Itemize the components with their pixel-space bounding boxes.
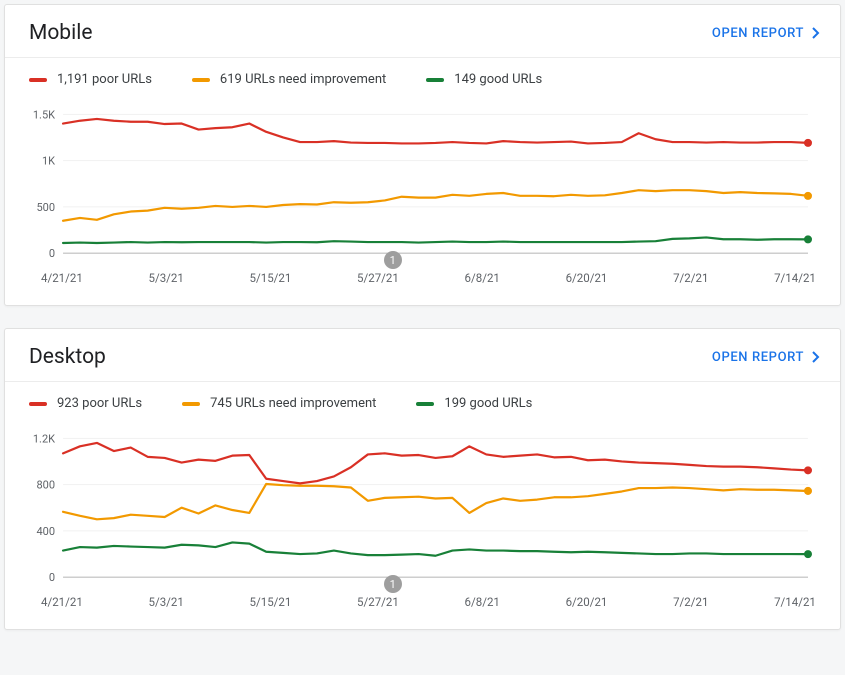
legend-swatch bbox=[182, 402, 200, 406]
legend-item: 149 good URLs bbox=[426, 72, 542, 87]
chart-svg: 0 400 800 1.2K bbox=[27, 423, 818, 583]
legend: 1,191 poor URLs 619 URLs need improvemen… bbox=[5, 58, 840, 89]
card-desktop: Desktop OPEN REPORT 923 poor URLs 745 UR… bbox=[4, 328, 841, 630]
series-line-poor bbox=[63, 443, 808, 483]
x-tick-label: 6/20/21 bbox=[566, 595, 608, 609]
x-tick-label: 5/27/21 bbox=[357, 595, 399, 609]
card-title: Desktop bbox=[29, 345, 106, 369]
y-tick-label: 500 bbox=[36, 201, 55, 214]
legend-item: 1,191 poor URLs bbox=[29, 72, 152, 87]
x-axis-ticks: 4/21/21 5/3/21 5/15/21 5/27/21 6/8/21 6/20/21… bbox=[5, 263, 840, 305]
legend-swatch bbox=[426, 78, 444, 82]
legend: 923 poor URLs 745 URLs need improvement … bbox=[5, 382, 840, 413]
legend-item: 199 good URLs bbox=[416, 396, 532, 411]
series-end-dot-good bbox=[804, 550, 812, 558]
x-tick-label: 7/14/21 bbox=[774, 271, 816, 285]
legend-item: 745 URLs need improvement bbox=[182, 396, 376, 411]
series-end-dot-need_improvement bbox=[804, 487, 812, 495]
legend-item: 619 URLs need improvement bbox=[192, 72, 386, 87]
x-tick-label: 5/15/21 bbox=[250, 271, 292, 285]
series-end-dot-poor bbox=[804, 467, 812, 475]
series-line-need_improvement bbox=[63, 190, 808, 221]
open-report-button[interactable]: OPEN REPORT bbox=[712, 26, 820, 41]
legend-swatch bbox=[192, 78, 210, 82]
y-tick-label: 1.2K bbox=[33, 433, 55, 446]
legend-swatch bbox=[29, 78, 47, 82]
x-tick-label: 5/15/21 bbox=[250, 595, 292, 609]
legend-label: 923 poor URLs bbox=[57, 396, 142, 411]
legend-label: 1,191 poor URLs bbox=[57, 72, 152, 87]
x-tick-label: 7/2/21 bbox=[673, 271, 708, 285]
series-line-good bbox=[63, 237, 808, 243]
series-end-dot-need_improvement bbox=[804, 192, 812, 200]
chevron-right-icon bbox=[812, 351, 820, 363]
x-tick-label: 5/3/21 bbox=[149, 595, 184, 609]
x-tick-label: 5/27/21 bbox=[357, 271, 399, 285]
series-line-need_improvement bbox=[63, 484, 808, 519]
y-tick-label: 1.5K bbox=[33, 108, 55, 121]
card-mobile: Mobile OPEN REPORT 1,191 poor URLs 619 U… bbox=[4, 4, 841, 306]
legend-label: 149 good URLs bbox=[454, 72, 542, 87]
legend-label: 619 URLs need improvement bbox=[220, 72, 386, 87]
chevron-right-icon bbox=[812, 27, 820, 39]
x-tick-label: 4/21/21 bbox=[41, 595, 83, 609]
y-tick-label: 400 bbox=[36, 525, 55, 538]
card-title: Mobile bbox=[29, 21, 92, 45]
x-tick-label: 4/21/21 bbox=[41, 271, 83, 285]
legend-label: 199 good URLs bbox=[444, 396, 532, 411]
y-tick-label: 1K bbox=[42, 155, 55, 168]
legend-label: 745 URLs need improvement bbox=[210, 396, 376, 411]
chart-area: 0 500 1K 1.5K 1 bbox=[5, 89, 840, 263]
series-end-dot-poor bbox=[804, 139, 812, 147]
x-axis-ticks: 4/21/21 5/3/21 5/15/21 5/27/21 6/8/21 6/20/21… bbox=[5, 587, 840, 629]
annotation-marker[interactable]: 1 bbox=[384, 575, 402, 593]
chart-svg: 0 500 1K 1.5K bbox=[27, 99, 818, 259]
x-tick-label: 5/3/21 bbox=[149, 271, 184, 285]
x-tick-label: 6/8/21 bbox=[465, 271, 500, 285]
x-tick-label: 6/8/21 bbox=[465, 595, 500, 609]
annotation-marker[interactable]: 1 bbox=[384, 251, 402, 269]
x-tick-label: 6/20/21 bbox=[566, 271, 608, 285]
series-end-dot-good bbox=[804, 235, 812, 243]
y-tick-label: 0 bbox=[49, 247, 55, 259]
open-report-button[interactable]: OPEN REPORT bbox=[712, 350, 820, 365]
y-tick-label: 800 bbox=[36, 479, 55, 492]
chart-area: 0 400 800 1.2K 1 bbox=[5, 413, 840, 587]
legend-item: 923 poor URLs bbox=[29, 396, 142, 411]
open-report-label: OPEN REPORT bbox=[712, 26, 804, 41]
legend-swatch bbox=[416, 402, 434, 406]
y-tick-label: 0 bbox=[49, 571, 55, 583]
legend-swatch bbox=[29, 402, 47, 406]
series-line-good bbox=[63, 543, 808, 556]
series-line-poor bbox=[63, 119, 808, 144]
x-tick-label: 7/14/21 bbox=[774, 595, 816, 609]
x-tick-label: 7/2/21 bbox=[673, 595, 708, 609]
open-report-label: OPEN REPORT bbox=[712, 350, 804, 365]
